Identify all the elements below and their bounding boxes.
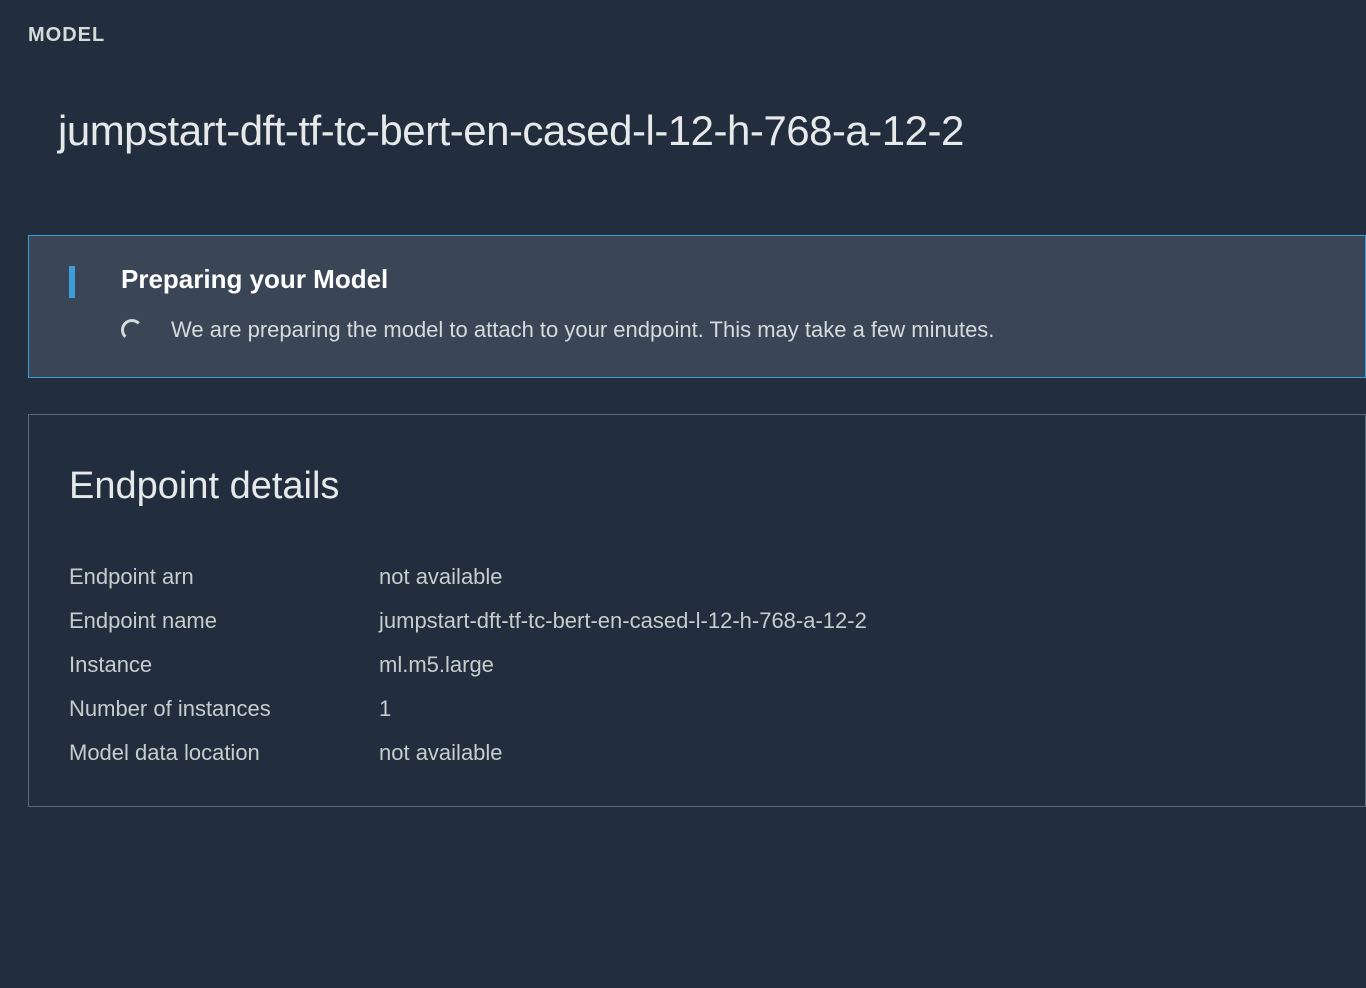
loading-spinner-icon [121, 319, 143, 341]
detail-label: Model data location [69, 740, 379, 766]
detail-value: not available [379, 564, 1325, 590]
detail-label: Number of instances [69, 696, 379, 722]
alert-title: Preparing your Model [121, 264, 1325, 295]
detail-label: Endpoint arn [69, 564, 379, 590]
alert-accent-bar [69, 266, 75, 298]
model-title: jumpstart-dft-tf-tc-bert-en-cased-l-12-h… [58, 107, 1366, 155]
detail-value: 1 [379, 696, 1325, 722]
endpoint-details-heading: Endpoint details [69, 465, 1325, 508]
alert-message: We are preparing the model to attach to … [171, 317, 994, 343]
detail-label: Instance [69, 652, 379, 678]
breadcrumb[interactable]: MODEL [28, 24, 1366, 47]
endpoint-details-panel: Endpoint details Endpoint arn not availa… [28, 414, 1366, 807]
detail-label: Endpoint name [69, 608, 379, 634]
detail-value: not available [379, 740, 1325, 766]
endpoint-details-grid: Endpoint arn not available Endpoint name… [69, 564, 1325, 766]
status-alert: Preparing your Model We are preparing th… [28, 235, 1366, 378]
detail-value: ml.m5.large [379, 652, 1325, 678]
detail-value: jumpstart-dft-tf-tc-bert-en-cased-l-12-h… [379, 608, 1325, 634]
